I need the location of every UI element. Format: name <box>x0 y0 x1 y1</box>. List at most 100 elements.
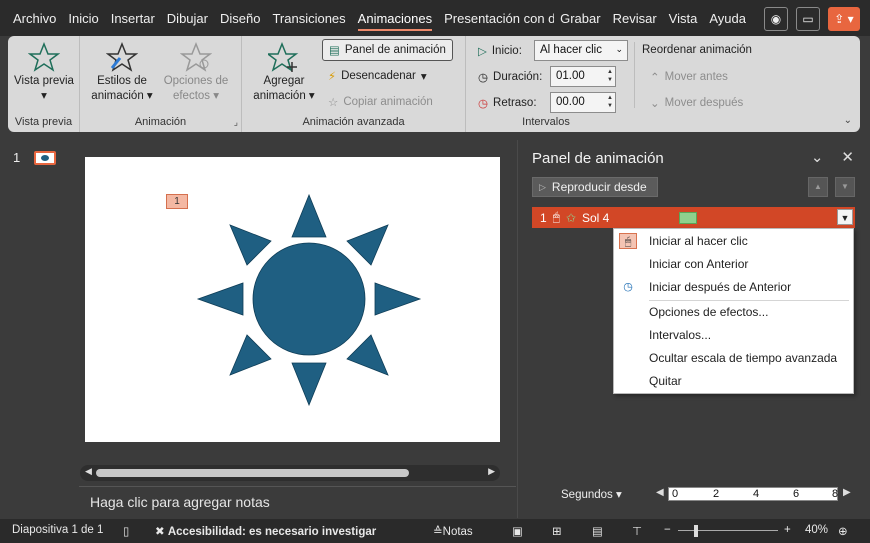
move-earlier-button[interactable]: ⌃ Mover antes <box>650 70 728 84</box>
tab-animaciones[interactable]: Animaciones <box>352 0 438 36</box>
animation-painter-button[interactable]: ☆ Copiar animación <box>328 95 433 109</box>
pane-options-icon[interactable]: ⌄ <box>811 148 824 166</box>
tick-label: 0 <box>672 488 679 500</box>
animation-item-number: 1 <box>540 210 547 225</box>
scroll-right-icon[interactable]: ▶ <box>488 466 495 477</box>
accessibility-button[interactable]: ✖ Accesibilidad: es necesario investigar <box>155 524 376 538</box>
star-icon <box>28 42 60 72</box>
trigger-label: Desencadenar <box>341 70 416 82</box>
add-animation-button[interactable]: Agregar animación ▾ <box>248 42 320 104</box>
record-button[interactable]: ◉ <box>764 7 788 31</box>
zoom-in-icon[interactable]: + <box>784 524 791 536</box>
duration-value: 01.00 <box>556 70 585 82</box>
tick-label: 8 <box>832 488 839 500</box>
effect-options-button[interactable]: Opciones de efectos ▾ <box>160 42 232 104</box>
move-up-button[interactable]: ▲ <box>808 177 828 197</box>
delay-value: 00.00 <box>556 96 585 108</box>
duration-field[interactable]: 01.00 ▲ ▼ <box>550 66 616 87</box>
slide-canvas[interactable]: 1 <box>85 157 500 442</box>
duration-label: ◷ Duración: <box>478 70 542 84</box>
tab-archivo[interactable]: Archivo <box>0 0 62 36</box>
animation-item-dropdown[interactable]: ▼ <box>837 209 853 225</box>
animation-styles-button[interactable]: Estilos de animación ▾ <box>86 42 158 104</box>
group-advanced: Agregar animación ▾ ▤ Panel de animación… <box>242 36 466 132</box>
notes-divider[interactable] <box>79 486 516 487</box>
spellcheck-icon[interactable]: ▯ <box>123 524 129 538</box>
duration-label-text: Duración: <box>493 71 543 83</box>
spinner-icon[interactable]: ▲ ▼ <box>607 68 613 84</box>
trigger-button[interactable]: ⚡ Desencadenar ▾ <box>328 69 427 83</box>
seconds-dropdown[interactable]: Segundos ▾ <box>561 487 622 501</box>
comments-button[interactable]: ▭ <box>796 7 820 31</box>
accessibility-icon: ✖ <box>155 526 165 538</box>
timeline-scale[interactable]: 0 2 4 6 8 <box>668 487 838 501</box>
move-later-label: Mover después <box>664 97 744 109</box>
tab-insertar[interactable]: Insertar <box>105 0 161 36</box>
play-from-label: Reproducir desde <box>551 180 647 194</box>
scroll-left-icon[interactable]: ◀ <box>85 466 92 477</box>
tab-grabar[interactable]: Grabar <box>554 0 606 36</box>
scroll-thumb[interactable] <box>96 469 409 477</box>
tab-inicio[interactable]: Inicio <box>62 0 104 36</box>
menu-item-remove[interactable]: Quitar <box>614 370 853 392</box>
preview-button[interactable]: Vista previa ▾ <box>14 42 74 104</box>
timeline-left-icon[interactable]: ◀ <box>656 487 664 498</box>
play-icon: ▷ <box>478 46 487 58</box>
slideshow-icon[interactable]: ⊤ <box>632 524 642 538</box>
menu-item-hide-timeline[interactable]: Ocultar escala de tiempo avanzada <box>614 347 853 369</box>
fit-slide-icon[interactable]: ⊕ <box>838 524 848 538</box>
normal-view-icon[interactable]: ▣ <box>512 524 523 538</box>
close-icon[interactable]: ✕ <box>841 148 854 166</box>
slide-thumbnail[interactable] <box>34 151 56 165</box>
timing-bar[interactable] <box>679 211 698 224</box>
collapse-ribbon-icon[interactable]: ⌄ <box>844 115 852 126</box>
play-from-button[interactable]: ▷ Reproducir desde <box>532 177 658 197</box>
zoom-out-icon[interactable]: − <box>664 524 671 536</box>
move-later-button[interactable]: ⌄ Mover después <box>650 96 743 110</box>
dialog-launcher-icon[interactable]: ⌟ <box>234 117 238 128</box>
reading-view-icon[interactable]: ▤ <box>592 524 603 538</box>
share-button[interactable]: ⇪ ▾ <box>828 7 860 31</box>
animation-styles-label: Estilos de animación <box>91 75 147 102</box>
tab-dibujar[interactable]: Dibujar <box>161 0 214 36</box>
menu-item-label: Intervalos... <box>649 328 712 342</box>
slide-sorter-icon[interactable]: ⊞ <box>552 524 562 538</box>
separator <box>634 42 635 108</box>
zoom-level[interactable]: 40% <box>805 524 828 536</box>
menu-item-timing[interactable]: Intervalos... <box>614 324 853 346</box>
menu-item-start-after-previous[interactable]: ◷ Iniciar después de Anterior <box>614 276 853 298</box>
clock-icon: ◷ <box>623 281 633 293</box>
effect-options-icon <box>180 42 212 72</box>
tab-transiciones[interactable]: Transiciones <box>266 0 351 36</box>
delay-field[interactable]: 00.00 ▲ ▼ <box>550 92 616 113</box>
notes-button[interactable]: ≙Notas <box>433 524 473 538</box>
spinner-icon[interactable]: ▲ ▼ <box>607 94 613 110</box>
tab-presentacion[interactable]: Presentación con d <box>438 0 554 36</box>
animation-item-name: Sol 4 <box>581 210 610 225</box>
animation-item[interactable]: 1 🖱 ✩ Sol 4 ▼ <box>532 207 855 228</box>
tab-diseno[interactable]: Diseño <box>214 0 266 36</box>
pane-title: Panel de animación <box>532 150 664 167</box>
delay-label: ◷ Retraso: <box>478 96 537 110</box>
tab-ayuda[interactable]: Ayuda <box>703 0 752 36</box>
start-label-text: Inicio: <box>491 45 522 57</box>
animation-pane-button[interactable]: ▤ Panel de animación <box>322 39 453 61</box>
mouse-icon: 🖱 <box>552 210 560 224</box>
tab-vista[interactable]: Vista <box>663 0 704 36</box>
move-down-button[interactable]: ▼ <box>835 177 855 197</box>
menu-item-start-on-click[interactable]: 🖱 Iniciar al hacer clic <box>614 230 853 252</box>
seconds-label: Segundos <box>561 489 613 501</box>
zoom-slider-thumb[interactable] <box>694 525 698 537</box>
painter-icon: ☆ <box>328 97 339 109</box>
menu-item-label: Quitar <box>649 374 682 388</box>
notes-label: Notas <box>442 526 473 538</box>
horizontal-scrollbar[interactable]: ◀ ▶ <box>80 465 500 481</box>
sun-shape[interactable] <box>85 157 500 442</box>
tab-revisar[interactable]: Revisar <box>607 0 663 36</box>
zoom-slider[interactable] <box>678 530 778 531</box>
menu-item-effect-options[interactable]: Opciones de efectos... <box>614 301 853 323</box>
start-select[interactable]: Al hacer clic ⌄ <box>534 40 628 61</box>
timeline-right-icon[interactable]: ▶ <box>843 487 851 498</box>
menu-item-start-with-previous[interactable]: Iniciar con Anterior <box>614 253 853 275</box>
notes-placeholder[interactable]: Haga clic para agregar notas <box>90 494 270 510</box>
